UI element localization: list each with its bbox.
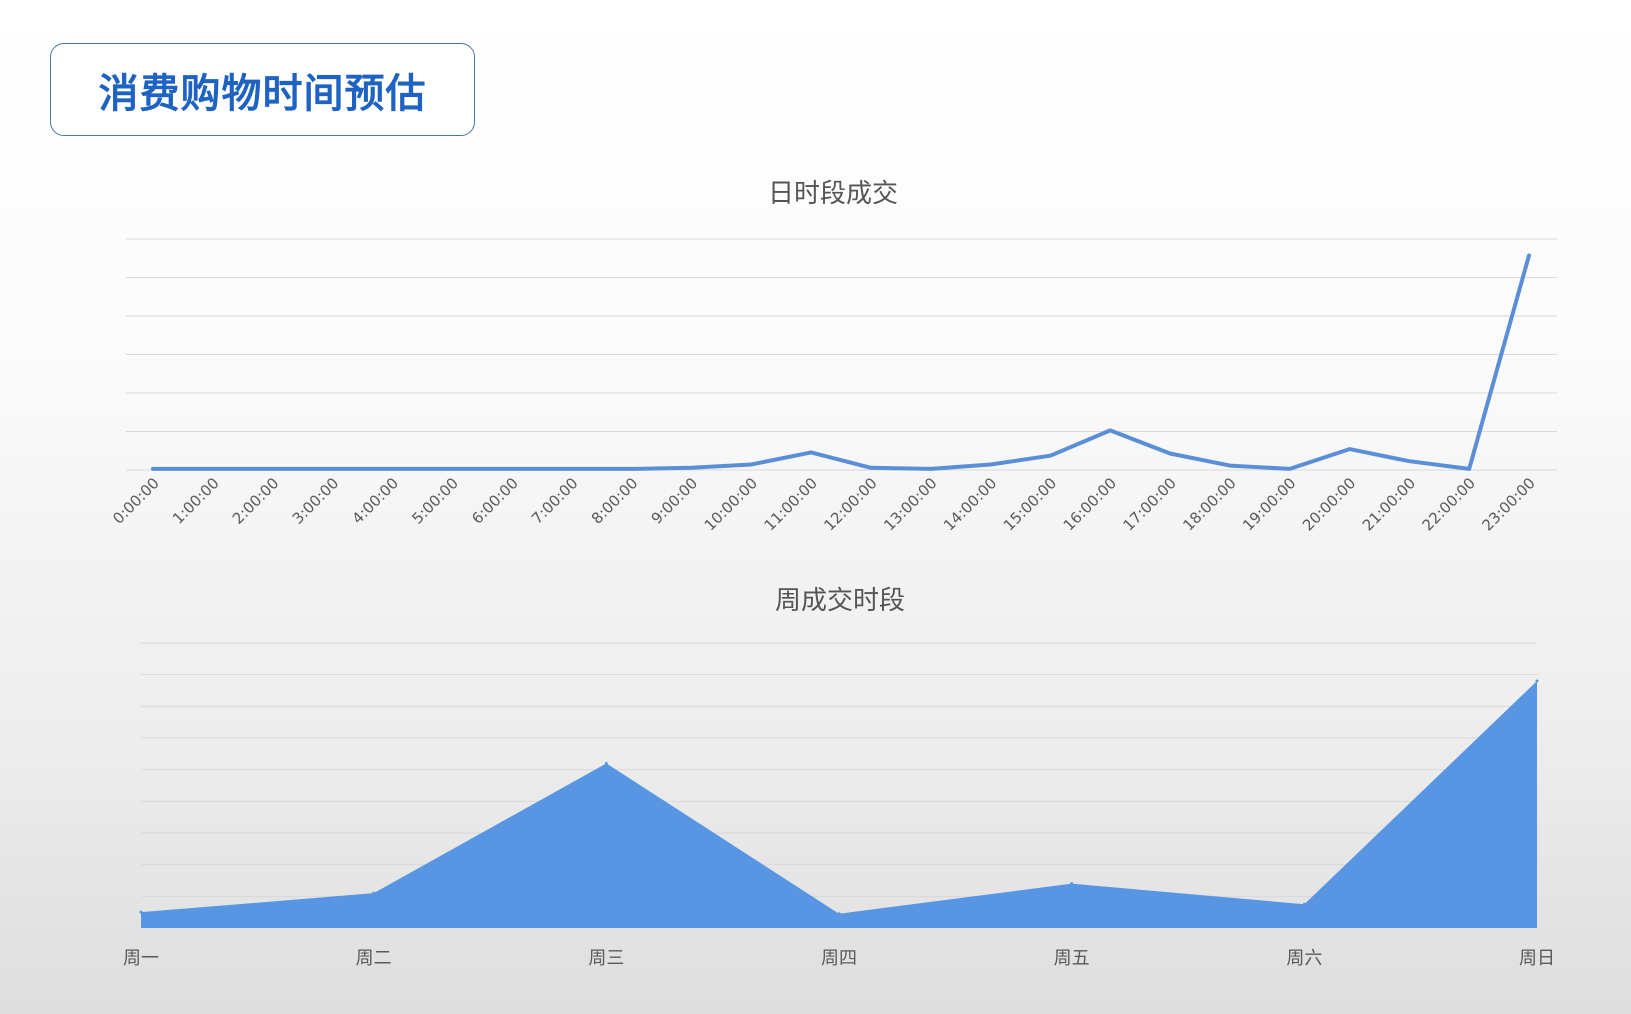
weekly-area-chart: 周一 周二 周三 周四 周五 周六 周日 bbox=[123, 642, 1555, 969]
weekly-x-tick-label: 周四 bbox=[821, 948, 857, 969]
weekly-data-point bbox=[1302, 902, 1306, 906]
weekly-x-tick-label: 周五 bbox=[1054, 948, 1090, 969]
weekly-x-tick-label: 周三 bbox=[588, 948, 624, 969]
weekly-data-point bbox=[372, 891, 376, 895]
weekly-series-area bbox=[141, 681, 1537, 928]
weekly-data-point bbox=[1070, 882, 1074, 886]
weekly-data-point bbox=[1535, 679, 1539, 683]
weekly-data-point bbox=[139, 910, 143, 914]
weekly-x-tick-label: 周日 bbox=[1519, 948, 1555, 969]
weekly-x-tick-label: 周一 bbox=[123, 948, 159, 969]
weekly-x-tick-label: 周二 bbox=[356, 948, 392, 969]
weekly-x-tick-label: 周六 bbox=[1286, 948, 1322, 969]
weekly-data-point bbox=[604, 761, 608, 765]
weekly-data-point bbox=[837, 912, 841, 916]
